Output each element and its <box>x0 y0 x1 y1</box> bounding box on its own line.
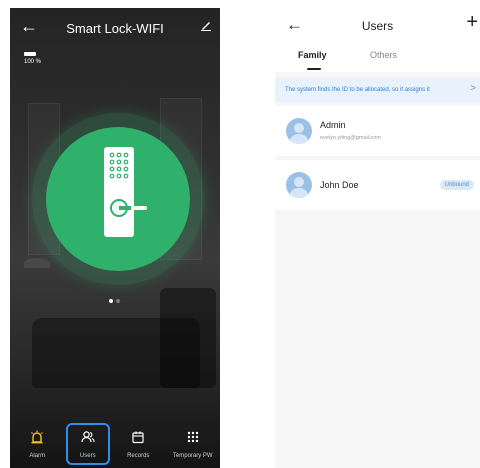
nav-temporary-pw[interactable]: Temporary PW <box>167 423 219 465</box>
tab-others[interactable]: Others <box>370 50 397 60</box>
calendar-icon <box>131 430 145 449</box>
background-chair <box>160 288 216 388</box>
battery-percent: 100 % <box>24 59 42 65</box>
door-lock-keypad-icon <box>100 145 148 246</box>
nav-alarm-label: Alarm <box>29 452 46 459</box>
battery-icon <box>24 52 36 56</box>
user-avatar-icon <box>286 118 312 144</box>
nav-users[interactable]: Users <box>65 423 110 465</box>
users-screen: ← Users + Family Others The system finds… <box>275 8 480 468</box>
lock-home-screen: ← Smart Lock-WIFI 100 % Alarm Users Reco… <box>10 8 220 468</box>
id-allocation-notice[interactable]: The system finds the ID to be allocated,… <box>275 78 480 102</box>
notice-text: The system finds the ID to be allocated,… <box>285 87 430 93</box>
edit-pencil-icon[interactable] <box>200 18 212 36</box>
user-email: evelyn.yiting@gmail.com <box>320 135 381 141</box>
device-title: Smart Lock-WIFI <box>66 20 164 36</box>
page-dot-active[interactable] <box>109 299 113 303</box>
users-header: ← Users + Family Others <box>275 8 480 72</box>
chevron-right-icon: > <box>470 83 476 94</box>
bottom-nav: Alarm Users Records Temporary PW <box>10 420 220 468</box>
nav-temporary-pw-label: Temporary PW <box>172 452 213 459</box>
top-bar: ← Smart Lock-WIFI <box>10 8 220 46</box>
active-tab-indicator <box>307 68 321 70</box>
tab-family[interactable]: Family <box>298 50 327 60</box>
nav-records-label: Records <box>127 452 150 459</box>
status-badge: Unbound <box>439 180 474 190</box>
user-name: Admin <box>320 120 346 130</box>
nav-alarm[interactable]: Alarm <box>11 423 63 465</box>
background-lamp <box>24 258 50 268</box>
nav-records[interactable]: Records <box>112 423 164 465</box>
add-user-button[interactable]: + <box>466 12 478 32</box>
user-avatar-icon <box>286 172 312 198</box>
users-icon <box>81 430 95 449</box>
user-row-john-doe[interactable]: John Doe Unbound <box>275 160 480 210</box>
nav-users-label: Users <box>79 452 96 459</box>
user-row-admin[interactable]: Admin evelyn.yiting@gmail.com <box>275 106 480 156</box>
battery-indicator: 100 % <box>24 52 41 65</box>
page-dot[interactable] <box>116 299 120 303</box>
back-arrow-icon[interactable]: ← <box>20 16 38 37</box>
alarm-icon <box>30 430 44 449</box>
page-indicator <box>109 299 120 303</box>
user-tabs: Family Others <box>275 50 480 72</box>
page-title: Users <box>361 19 394 33</box>
user-name: John Doe <box>320 180 359 190</box>
keypad-grid-icon <box>186 430 200 449</box>
